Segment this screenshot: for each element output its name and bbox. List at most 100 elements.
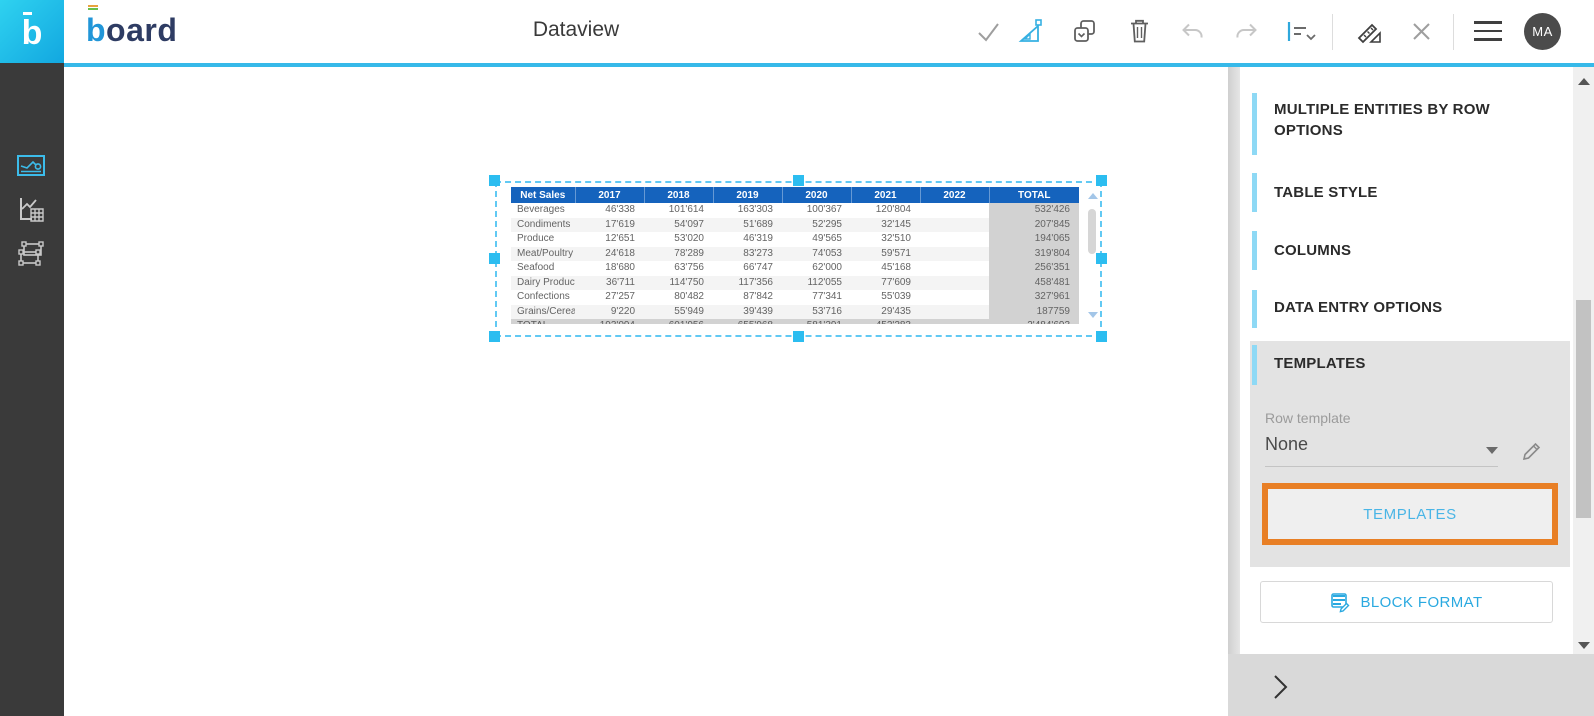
- data-cell[interactable]: [920, 319, 989, 324]
- section-data-entry-options[interactable]: DATA ENTRY OPTIONS: [1274, 297, 1442, 318]
- data-cell[interactable]: 187759: [989, 305, 1079, 320]
- data-cell[interactable]: 53'020: [644, 232, 713, 247]
- data-cell[interactable]: 55'039: [851, 290, 920, 305]
- data-cell[interactable]: 319'804: [989, 247, 1079, 262]
- confirm-icon[interactable]: [975, 18, 1002, 45]
- data-cell[interactable]: 63'756: [644, 261, 713, 276]
- data-cell[interactable]: 80'482: [644, 290, 713, 305]
- data-cell[interactable]: 114'750: [644, 276, 713, 291]
- row-label-cell[interactable]: TOTAL: [511, 319, 575, 324]
- data-cell[interactable]: 36'711: [575, 276, 644, 291]
- row-label-cell[interactable]: Beverages: [511, 203, 575, 218]
- data-cell[interactable]: [920, 218, 989, 233]
- selection-handle[interactable]: [1096, 175, 1107, 186]
- data-cell[interactable]: 532'426: [989, 203, 1079, 218]
- data-cell[interactable]: 17'619: [575, 218, 644, 233]
- delete-icon[interactable]: [1126, 18, 1153, 45]
- data-cell[interactable]: 77'341: [782, 290, 851, 305]
- duplicate-icon[interactable]: [1071, 18, 1098, 45]
- selection-handle[interactable]: [489, 331, 500, 342]
- data-cell[interactable]: 53'716: [782, 305, 851, 320]
- row-label-cell[interactable]: Grains/Cereals: [511, 305, 575, 320]
- row-label-cell[interactable]: Confections: [511, 290, 575, 305]
- data-cell[interactable]: 49'565: [782, 232, 851, 247]
- data-cell[interactable]: 101'614: [644, 203, 713, 218]
- data-cell[interactable]: 581'391: [782, 319, 851, 324]
- data-cell[interactable]: 87'842: [713, 290, 782, 305]
- scroll-up-icon[interactable]: [1088, 193, 1098, 199]
- data-cell[interactable]: 194'065: [989, 232, 1079, 247]
- row-label-cell[interactable]: Meat/Poultry: [511, 247, 575, 262]
- data-cell[interactable]: [920, 276, 989, 291]
- data-cell[interactable]: 458'481: [989, 276, 1079, 291]
- scrollbar-thumb[interactable]: [1088, 209, 1096, 254]
- data-cell[interactable]: 66'747: [713, 261, 782, 276]
- row-label-cell[interactable]: Seafood: [511, 261, 575, 276]
- data-cell[interactable]: 46'338: [575, 203, 644, 218]
- layout-tool-icon[interactable]: [16, 239, 46, 269]
- scroll-up-icon[interactable]: [1578, 78, 1590, 85]
- edit-pencil-icon[interactable]: [1521, 438, 1545, 462]
- data-cell[interactable]: 2'484'693: [989, 319, 1079, 324]
- data-cell[interactable]: 327'961: [989, 290, 1079, 305]
- data-cell[interactable]: 52'295: [782, 218, 851, 233]
- section-table-style[interactable]: TABLE STYLE: [1274, 182, 1378, 203]
- layout-canvas[interactable]: Net Sales201720182019202020212022TOTAL B…: [64, 67, 1228, 716]
- data-cell[interactable]: 163'303: [713, 203, 782, 218]
- redo-icon[interactable]: [1233, 18, 1260, 45]
- selection-handle[interactable]: [1096, 331, 1107, 342]
- data-cell[interactable]: 120'804: [851, 203, 920, 218]
- dataview-tool-icon[interactable]: [16, 151, 46, 181]
- data-cell[interactable]: 74'053: [782, 247, 851, 262]
- data-cell[interactable]: [920, 203, 989, 218]
- data-cell[interactable]: 256'351: [989, 261, 1079, 276]
- row-label-cell[interactable]: Condiments: [511, 218, 575, 233]
- data-cell[interactable]: 39'439: [713, 305, 782, 320]
- data-cell[interactable]: 9'220: [575, 305, 644, 320]
- data-cell[interactable]: [920, 290, 989, 305]
- data-cell[interactable]: 655'968: [713, 319, 782, 324]
- data-cell[interactable]: 18'680: [575, 261, 644, 276]
- scroll-down-icon[interactable]: [1088, 312, 1098, 318]
- data-cell[interactable]: 29'435: [851, 305, 920, 320]
- section-multiple-entities[interactable]: MULTIPLE ENTITIES BY ROW OPTIONS: [1274, 99, 1519, 141]
- data-cell[interactable]: 193'094: [575, 319, 644, 324]
- selection-handle[interactable]: [489, 253, 500, 264]
- data-cell[interactable]: 62'000: [782, 261, 851, 276]
- chevron-down-icon[interactable]: [1486, 447, 1498, 454]
- undo-icon[interactable]: [1179, 18, 1206, 45]
- board-logo-button[interactable]: b: [0, 0, 64, 63]
- row-template-dropdown[interactable]: None: [1265, 434, 1308, 455]
- data-cell[interactable]: [920, 247, 989, 262]
- data-cell[interactable]: 46'319: [713, 232, 782, 247]
- row-label-cell[interactable]: Produce: [511, 232, 575, 247]
- data-cell[interactable]: 452'283: [851, 319, 920, 324]
- avatar[interactable]: MA: [1524, 13, 1561, 50]
- selection-handle[interactable]: [793, 331, 804, 342]
- data-cell[interactable]: 117'356: [713, 276, 782, 291]
- data-cell[interactable]: 32'145: [851, 218, 920, 233]
- templates-button[interactable]: TEMPLATES: [1268, 489, 1552, 539]
- data-cell[interactable]: 51'689: [713, 218, 782, 233]
- dataview-widget[interactable]: Net Sales201720182019202020212022TOTAL B…: [511, 187, 1079, 324]
- data-cell[interactable]: 78'289: [644, 247, 713, 262]
- scrollbar-thumb[interactable]: [1576, 300, 1591, 518]
- data-cell[interactable]: 83'273: [713, 247, 782, 262]
- data-cell[interactable]: 100'367: [782, 203, 851, 218]
- data-cell[interactable]: 54'097: [644, 218, 713, 233]
- data-cell[interactable]: 12'651: [575, 232, 644, 247]
- data-cell[interactable]: 27'257: [575, 290, 644, 305]
- selection-handle[interactable]: [489, 175, 500, 186]
- section-templates[interactable]: TEMPLATES: [1274, 353, 1366, 374]
- row-label-cell[interactable]: Dairy Products: [511, 276, 575, 291]
- data-cell[interactable]: 55'949: [644, 305, 713, 320]
- collapse-panel-chevron-icon[interactable]: [1266, 672, 1294, 702]
- block-format-button[interactable]: BLOCK FORMAT: [1260, 581, 1553, 623]
- align-options-icon[interactable]: [1286, 18, 1318, 45]
- select-object-icon[interactable]: [1017, 18, 1044, 45]
- data-cell[interactable]: 45'168: [851, 261, 920, 276]
- scroll-down-icon[interactable]: [1578, 642, 1590, 649]
- data-cell[interactable]: 24'618: [575, 247, 644, 262]
- data-cell[interactable]: 77'609: [851, 276, 920, 291]
- section-columns[interactable]: COLUMNS: [1274, 240, 1351, 261]
